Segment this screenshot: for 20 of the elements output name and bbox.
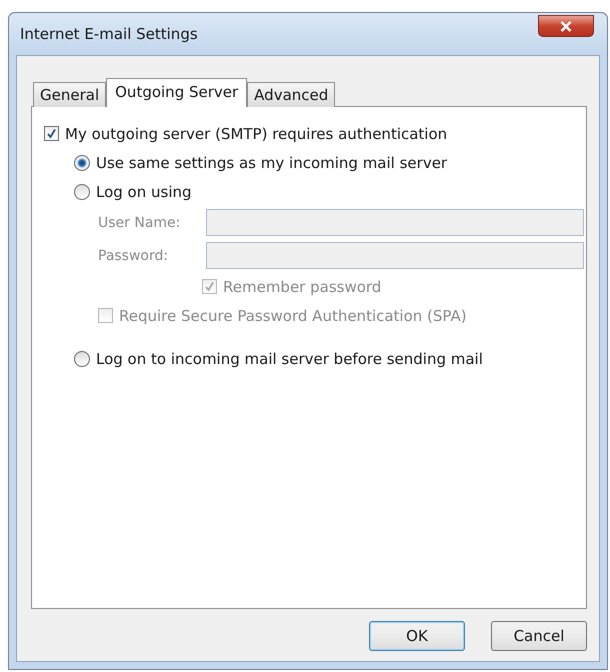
- cancel-button[interactable]: Cancel: [491, 621, 587, 651]
- checkbox[interactable]: [44, 126, 59, 141]
- tab[interactable]: General: [33, 82, 106, 107]
- radio-label: Log on to incoming mail server before sending mail: [96, 350, 483, 368]
- checkbox-label: My outgoing server (SMTP) requires authentication: [65, 124, 448, 142]
- ok-button[interactable]: OK: [369, 621, 465, 651]
- tab[interactable]: Advanced: [247, 82, 336, 107]
- checkbox-label: Require Secure Password Authentication (SPA): [119, 306, 467, 324]
- close-button[interactable]: [538, 15, 594, 37]
- window-title: Internet E-mail Settings: [20, 25, 198, 43]
- radio-label: Log on using: [96, 182, 192, 200]
- radio-label: Use same settings as my incoming mail server: [96, 154, 448, 172]
- checkbox-label: Remember password: [223, 278, 382, 296]
- field-label: Password:: [98, 248, 170, 264]
- radio-button[interactable]: [74, 154, 90, 170]
- field-label: User Name:: [98, 214, 182, 230]
- radio-button[interactable]: [74, 184, 90, 200]
- radio-button[interactable]: [74, 350, 90, 366]
- close-icon: [560, 20, 572, 32]
- tab[interactable]: Outgoing Server: [106, 78, 248, 107]
